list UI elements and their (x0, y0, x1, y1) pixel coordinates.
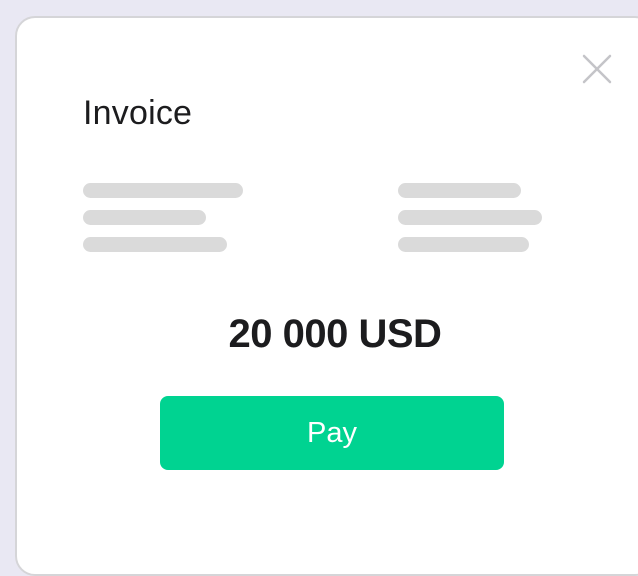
skeleton-line (83, 237, 227, 252)
close-icon (582, 54, 612, 84)
skeleton-line (398, 183, 521, 198)
skeleton-line (83, 183, 243, 198)
skeleton-line (83, 210, 206, 225)
close-button[interactable] (582, 54, 612, 84)
dialog-title: Invoice (83, 94, 193, 132)
invoice-amount: 20 000 USD (228, 312, 442, 356)
invoice-dialog: Invoice 20 000 USD Pay (15, 16, 638, 576)
skeleton-line (398, 237, 529, 252)
pay-button-label: Pay (307, 416, 357, 449)
pay-button[interactable]: Pay (160, 396, 504, 470)
skeleton-line (398, 210, 542, 225)
